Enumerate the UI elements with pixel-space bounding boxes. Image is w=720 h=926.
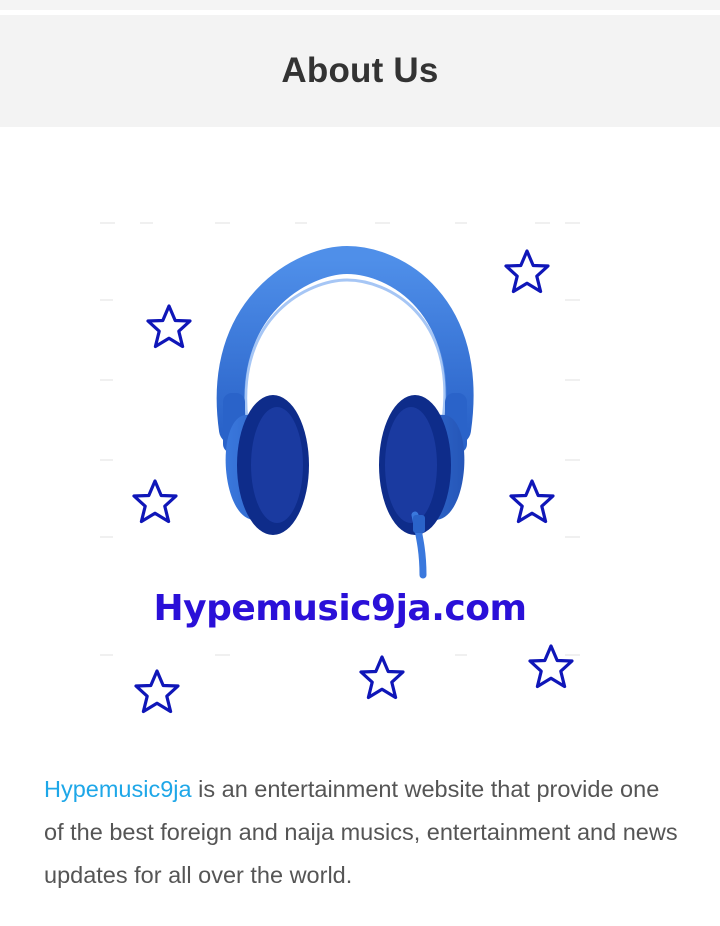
star-decorations [132,249,574,714]
page-header: About Us [0,15,720,127]
logo-wordmark: Hypemusic9ja.com [154,588,527,629]
intro-paragraph: Hypemusic9ja is an entertainment website… [44,768,684,897]
headphones-icon [216,245,474,579]
page-title: About Us [281,51,439,90]
site-logo-image: Hypemusic9ja.com [95,215,585,730]
top-bar [0,0,720,10]
logo-graphic: Hypemusic9ja.com [100,222,580,714]
site-link[interactable]: Hypemusic9ja [44,776,192,802]
